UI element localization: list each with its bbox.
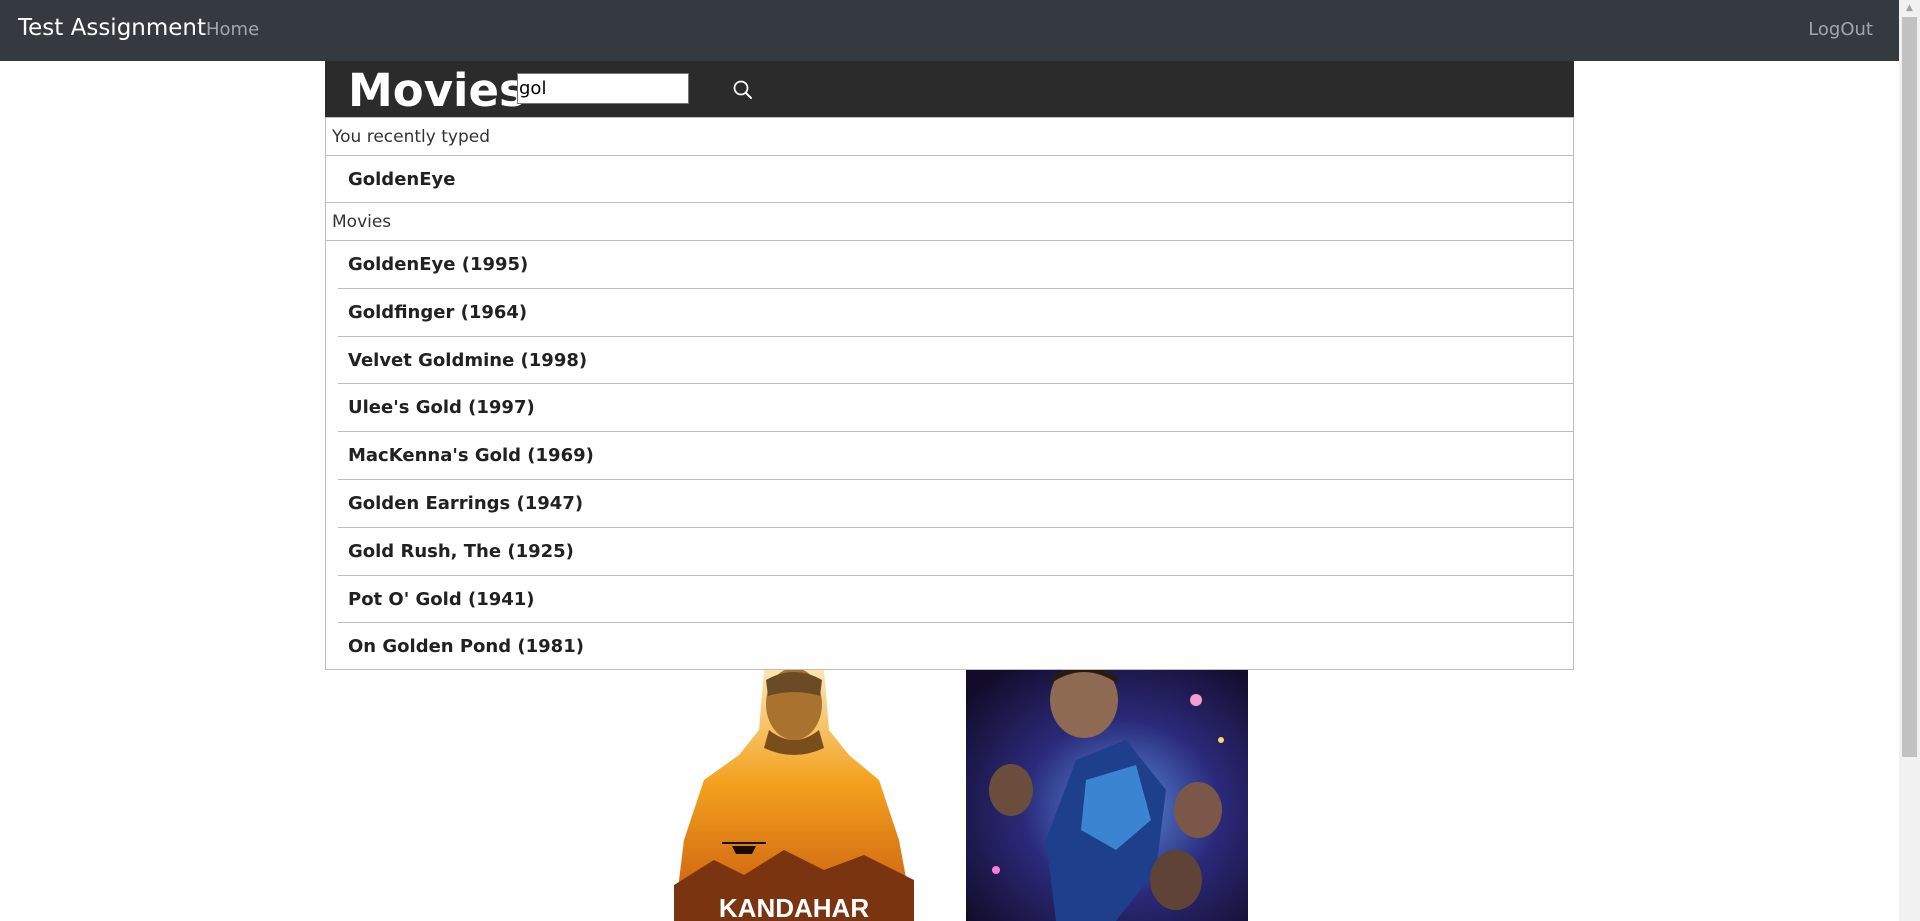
recent-section-header: You recently typed [326, 118, 1573, 156]
nav-home-link[interactable]: Home [206, 19, 259, 40]
movie-result-item[interactable]: Goldfinger (1964) [326, 289, 1573, 337]
movie-result-item[interactable]: On Golden Pond (1981) [326, 623, 1573, 671]
search-suggestions-dropdown: You recently typed GoldenEye Movies Gold… [325, 117, 1574, 670]
movie-result-item[interactable]: Golden Earrings (1947) [326, 480, 1573, 528]
logout-link[interactable]: LogOut [1808, 19, 1873, 40]
poster-kandahar-title: KANDAHAR [719, 893, 869, 921]
scroll-thumb[interactable] [1902, 17, 1917, 757]
scroll-up-arrow-icon[interactable]: ▲ [1899, 0, 1920, 17]
movie-result-item[interactable]: GoldenEye (1995) [326, 241, 1573, 289]
movie-result-item[interactable]: Pot O' Gold (1941) [326, 576, 1573, 624]
poster-kandahar-image: KANDAHAR [674, 670, 914, 921]
poster-blue-beetle-image [966, 670, 1248, 921]
movie-result-item[interactable]: MacKenna's Gold (1969) [326, 432, 1573, 480]
search-icon [733, 80, 752, 99]
movie-result-item[interactable]: Ulee's Gold (1997) [326, 384, 1573, 432]
movies-header: Movies [325, 61, 1574, 117]
movie-poster-blue-beetle[interactable] [966, 670, 1248, 921]
movies-section-header: Movies [326, 203, 1573, 241]
recent-item[interactable]: GoldenEye [326, 156, 1573, 203]
vertical-scrollbar[interactable]: ▲ [1899, 0, 1920, 921]
search-input[interactable] [517, 73, 689, 104]
movie-poster-kandahar[interactable]: KANDAHAR [674, 670, 914, 921]
brand-link[interactable]: Test Assignment [18, 15, 206, 41]
movie-result-item[interactable]: Gold Rush, The (1925) [326, 528, 1573, 576]
search-button[interactable] [731, 78, 755, 102]
top-navbar: Test Assignment Home LogOut [0, 0, 1899, 61]
movie-results-list: GoldenEye (1995) Goldfinger (1964) Velve… [326, 241, 1573, 671]
movie-result-item[interactable]: Velvet Goldmine (1998) [326, 337, 1573, 385]
page-title: Movies [348, 64, 526, 117]
